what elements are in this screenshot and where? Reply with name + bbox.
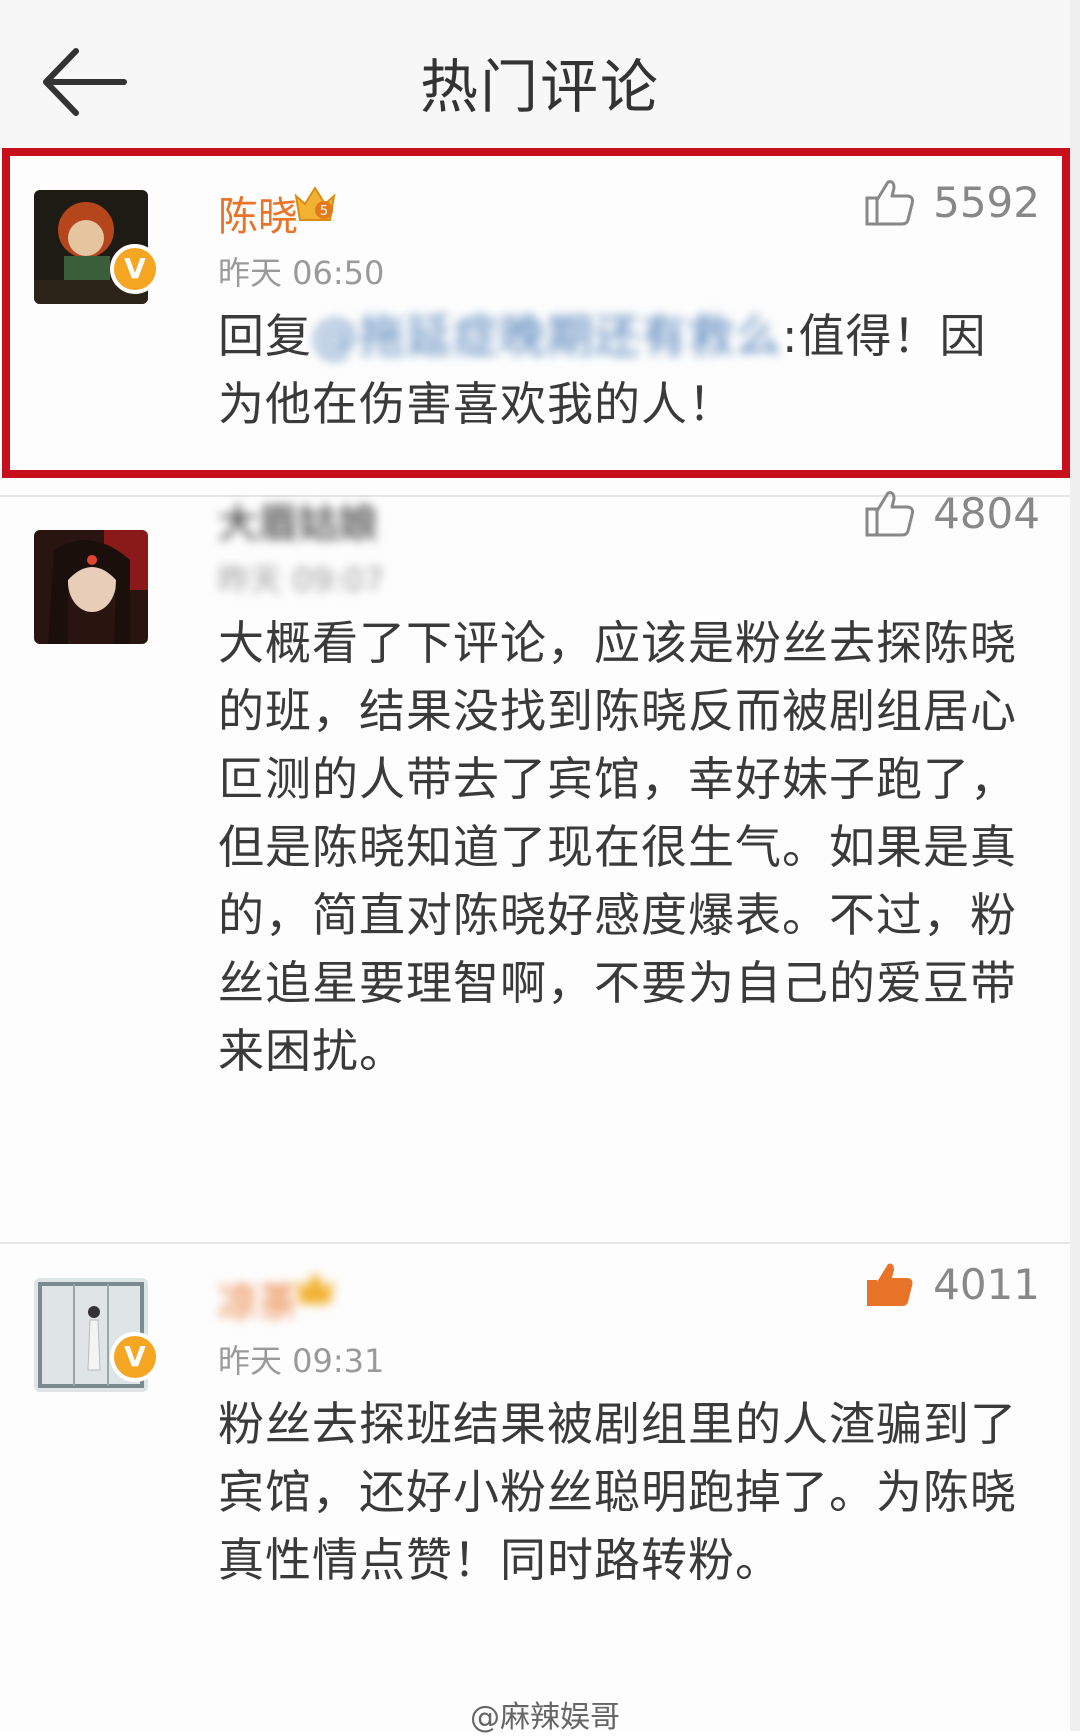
edge-strip <box>1070 0 1080 1731</box>
username[interactable]: 大眉姑娘 <box>218 491 378 549</box>
header-bar: 热门评论 <box>0 0 1080 150</box>
username[interactable]: 凉茶 <box>218 1270 298 1328</box>
comment-text: 粉丝去探班结果被剧组里的人渣骗到了宾馆，还好小粉丝聪明跑掉了。为陈晓真性情点赞！… <box>218 1397 1017 1587</box>
comment-item: V 凉茶 昨天 09:31 4011 粉丝去探班结果被剧组里的人渣骗到了宾馆，还… <box>0 1242 1080 1704</box>
comment-item: 大眉姑娘 昨天 09:07 4804 大概看了下评论，应该是粉丝去探陈晓的班，结… <box>0 489 1080 1242</box>
vip-crown-icon <box>296 1272 334 1304</box>
verified-badge-icon: V <box>110 1332 160 1382</box>
like-count: 4804 <box>933 488 1040 538</box>
like-button[interactable]: 4804 <box>864 487 1040 547</box>
like-count: 4011 <box>933 1259 1040 1309</box>
thumbs-up-filled-icon <box>867 1263 913 1306</box>
like-button[interactable]: 4011 <box>864 1258 1040 1318</box>
highlight-box <box>2 148 1070 478</box>
comment-text: 大概看了下评论，应该是粉丝去探陈晓的班，结果没找到陈晓反而被剧组居心叵测的人带去… <box>218 616 1017 1078</box>
screen: 热门评论 V 陈晓 5 昨天 06:50 5592 回复@拖延症晚期还有救么:值… <box>0 0 1080 1735</box>
watermark: @麻辣娱哥 <box>470 1700 620 1735</box>
thumbs-up-icon <box>865 491 915 537</box>
comment-time: 昨天 09:31 <box>218 1342 385 1380</box>
avatar[interactable] <box>34 530 148 644</box>
page-title: 热门评论 <box>419 53 660 121</box>
comment-time: 昨天 09:07 <box>218 561 385 599</box>
